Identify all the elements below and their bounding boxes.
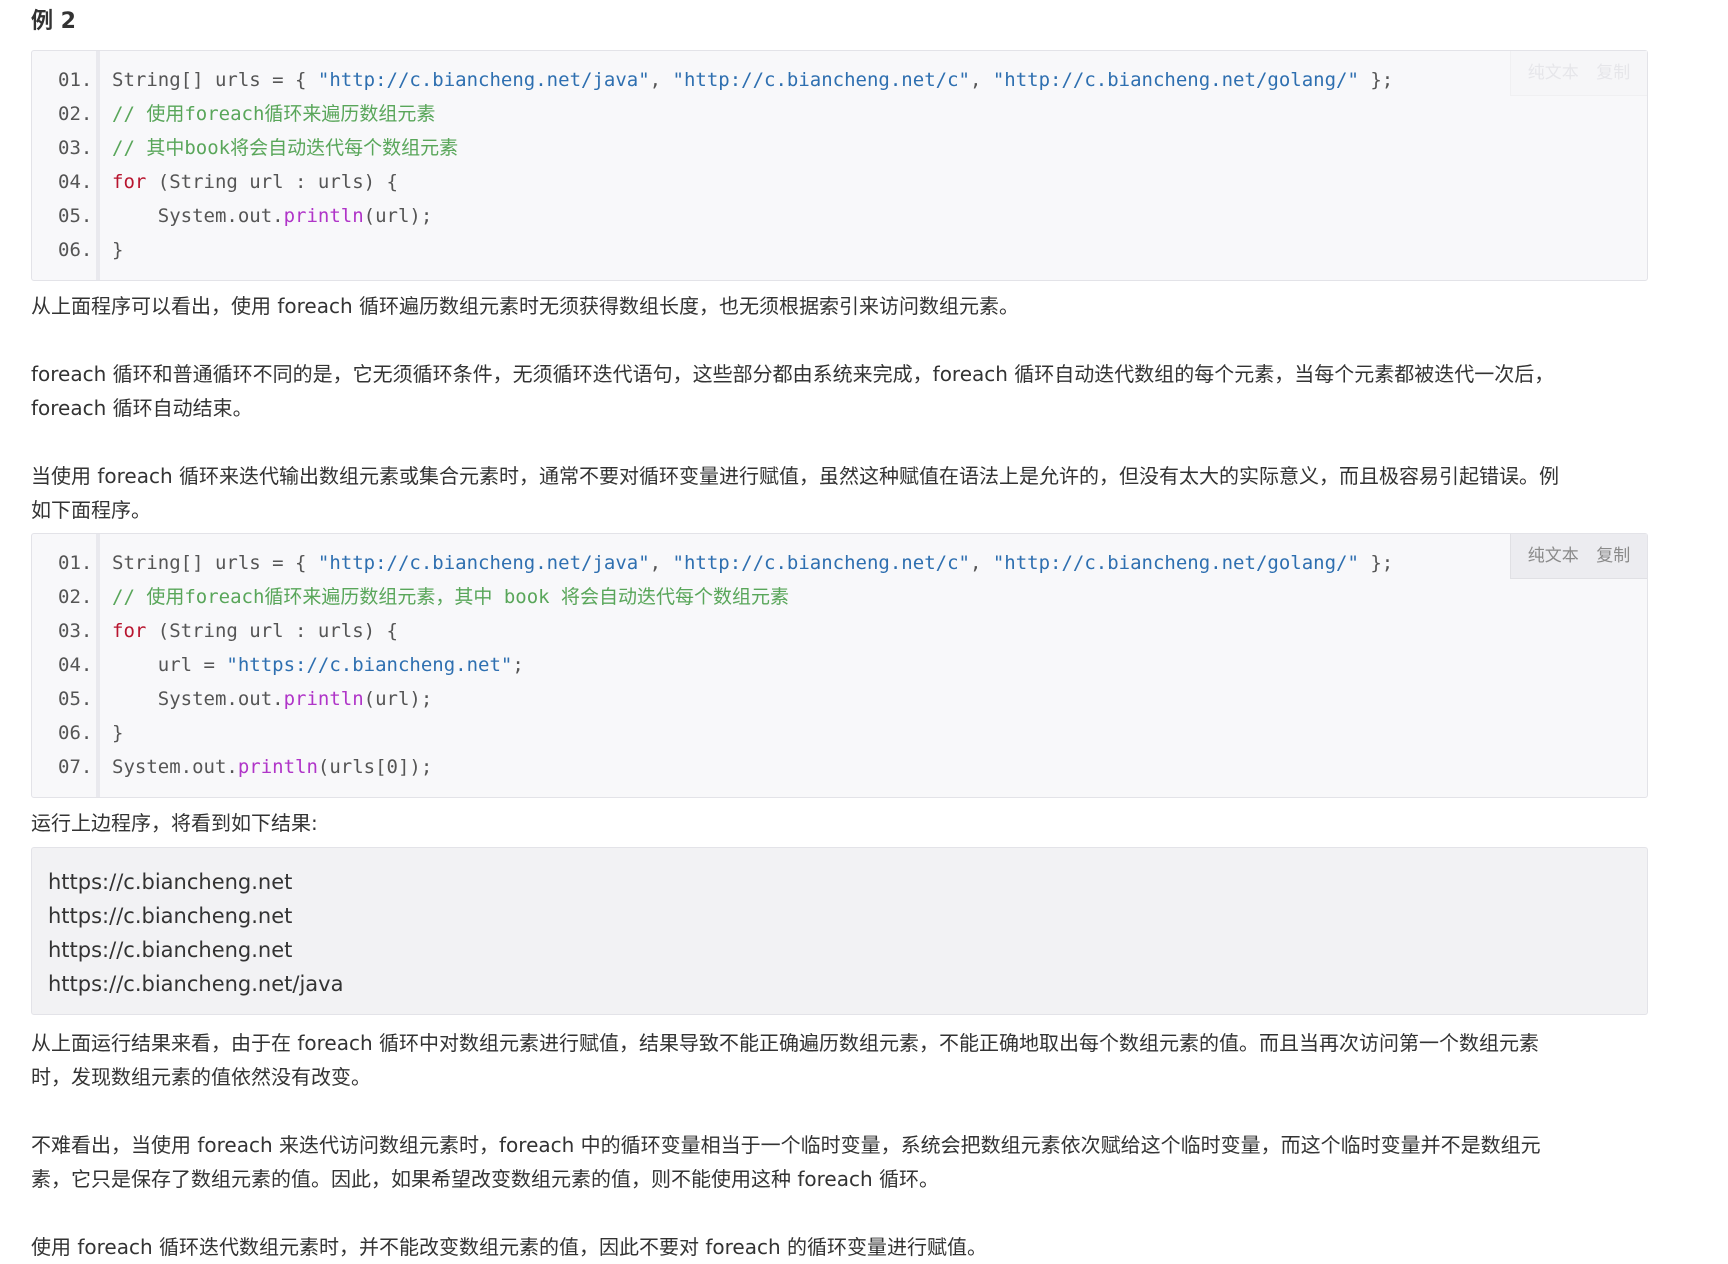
code-token: } [112, 722, 124, 744]
code-text: System.out.println(url); [112, 199, 433, 233]
paragraph-conclusion: 使用 foreach 循环迭代数组元素时，并不能改变数组元素的值，因此不要对 f… [31, 1235, 988, 1259]
line-number: 06. [58, 239, 93, 261]
code-text: // 其中book将会自动迭代每个数组元素 [112, 131, 458, 165]
code-token: (url); [363, 688, 433, 710]
code-token: , [969, 69, 993, 91]
paragraph-no-assign-line1: 当使用 foreach 循环来迭代输出数组元素或集合元素时，通常不要对循环变量进… [31, 464, 1560, 488]
paragraph-result-explain-line1: 从上面运行结果来看，由于在 foreach 循环中对数组元素进行赋值，结果导致不… [31, 1031, 1540, 1055]
paragraph-temp-variable-line1: 不难看出，当使用 foreach 来迭代访问数组元素时，foreach 中的循环… [31, 1133, 1541, 1157]
code-token: ; [512, 654, 524, 676]
code-tools: 纯文本 复制 [1510, 534, 1647, 579]
code-token: "http://c.biancheng.net/golang/" [992, 69, 1359, 91]
code-text: // 使用foreach循环来遍历数组元素 [112, 97, 435, 131]
code-token: (url); [363, 205, 433, 227]
copy-button[interactable]: 复制 [1596, 63, 1630, 83]
line-number: 03. [58, 620, 93, 642]
line-number: 05. [58, 688, 93, 710]
code-token: String[] urls = { [112, 69, 318, 91]
code-token: , [649, 552, 673, 574]
code-token: } [112, 239, 124, 261]
code-token: , [649, 69, 673, 91]
line-number: 06. [58, 722, 93, 744]
code-token: "http://c.biancheng.net/c" [672, 552, 970, 574]
line-number: 01. [58, 69, 93, 91]
code-token: "http://c.biancheng.net/c" [672, 69, 970, 91]
plain-text-button[interactable]: 纯文本 [1528, 63, 1579, 83]
code-text: System.out.println(url); [112, 682, 433, 716]
code-token: for [112, 171, 147, 193]
code-token: , [969, 552, 993, 574]
code-token: url = [112, 654, 227, 676]
code-token: println [237, 756, 318, 778]
code-token: }; [1358, 552, 1394, 574]
code-token: println [283, 688, 364, 710]
line-number: 05. [58, 205, 93, 227]
line-number: 03. [58, 137, 93, 159]
code-tools: 纯文本 复制 [1510, 51, 1647, 96]
output-block: https://c.biancheng.net https://c.bianch… [31, 847, 1648, 1015]
output-line: https://c.biancheng.net/java [48, 972, 344, 996]
code-text: for (String url : urls) { [112, 614, 398, 648]
line-number: 01. [58, 552, 93, 574]
code-token: // 其中book将会自动迭代每个数组元素 [112, 137, 459, 159]
code-token: println [283, 205, 364, 227]
run-intro: 运行上边程序，将看到如下结果: [31, 811, 318, 835]
output-line: https://c.biancheng.net [48, 904, 293, 928]
code-token: for [112, 620, 147, 642]
code-text: String[] urls = { "http://c.biancheng.ne… [112, 546, 1393, 580]
code-token: }; [1358, 69, 1394, 91]
output-line: https://c.biancheng.net [48, 870, 293, 894]
paragraph-temp-variable-line2: 素，它只是保存了数组元素的值。因此，如果希望改变数组元素的值，则不能使用这种 f… [31, 1167, 940, 1191]
line-number: 04. [58, 171, 93, 193]
line-number: 04. [58, 654, 93, 676]
code-text: } [112, 233, 123, 267]
code-token: System.out. [112, 205, 284, 227]
code-text: } [112, 716, 123, 750]
paragraph-foreach-no-length: 从上面程序可以看出，使用 foreach 循环遍历数组元素时无须获得数组长度，也… [31, 294, 1020, 318]
code-token: (urls[0]); [317, 756, 433, 778]
code-token: "http://c.biancheng.net/java" [317, 552, 650, 574]
code-token: "http://c.biancheng.net/golang/" [992, 552, 1359, 574]
line-number: 02. [58, 103, 93, 125]
code-token: (String url : urls) { [146, 620, 398, 642]
paragraph-result-explain-line2: 时，发现数组元素的值依然没有改变。 [31, 1065, 371, 1089]
code-text: url = "https://c.biancheng.net"; [112, 648, 524, 682]
paragraph-foreach-difference-line2: foreach 循环自动结束。 [31, 396, 253, 420]
code-token: // 使用foreach循环来遍历数组元素 [112, 103, 436, 125]
code-token: "https://c.biancheng.net" [226, 654, 513, 676]
example-heading: 例 2 [31, 9, 76, 34]
code-text: for (String url : urls) { [112, 165, 398, 199]
code-token: System.out. [112, 688, 284, 710]
code-token: String[] urls = { [112, 552, 318, 574]
copy-button[interactable]: 复制 [1596, 546, 1630, 566]
code-block-2: 纯文本 复制 01. String[] urls = { "http://c.bi… [31, 533, 1648, 798]
plain-text-button[interactable]: 纯文本 [1528, 546, 1579, 566]
paragraph-no-assign-line2: 如下面程序。 [31, 498, 151, 522]
code-text: System.out.println(urls[0]); [112, 750, 432, 784]
line-number: 07. [58, 756, 93, 778]
code-token: System.out. [112, 756, 238, 778]
code-block-1: 纯文本 复制 01. String[] urls = { "http://c.bi… [31, 50, 1648, 281]
code-text: String[] urls = { "http://c.biancheng.ne… [112, 63, 1393, 97]
code-token: "http://c.biancheng.net/java" [317, 69, 650, 91]
code-text: // 使用foreach循环来遍历数组元素，其中 book 将会自动迭代每个数组… [112, 580, 789, 614]
code-token: (String url : urls) { [146, 171, 398, 193]
paragraph-foreach-difference-line1: foreach 循环和普通循环不同的是，它无须循环条件，无须循环迭代语句，这些部… [31, 362, 1555, 386]
line-number: 02. [58, 586, 93, 608]
code-token: // 使用foreach循环来遍历数组元素，其中 book 将会自动迭代每个数组… [112, 586, 790, 608]
output-line: https://c.biancheng.net [48, 938, 293, 962]
